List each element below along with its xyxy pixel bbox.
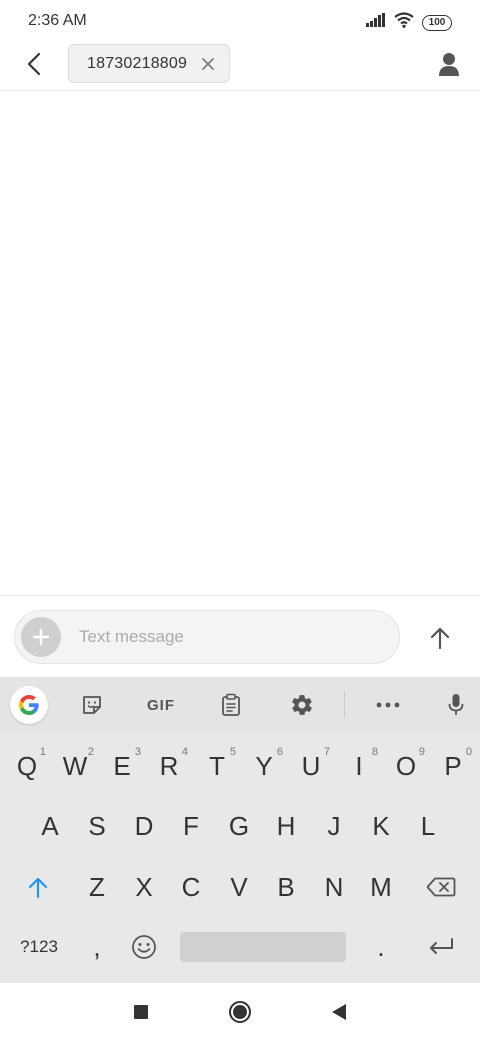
key-n[interactable]: N bbox=[311, 861, 357, 913]
triangle-back-icon bbox=[332, 1004, 346, 1020]
clipboard-button[interactable] bbox=[213, 687, 249, 723]
compose-bar bbox=[0, 595, 480, 677]
key-q[interactable]: Q1 bbox=[4, 740, 50, 792]
send-button[interactable] bbox=[424, 622, 456, 654]
status-time: 2:36 AM bbox=[28, 12, 87, 29]
plus-icon bbox=[32, 628, 50, 646]
key-y[interactable]: Y6 bbox=[241, 740, 287, 792]
person-icon bbox=[439, 53, 459, 76]
sticker-button[interactable] bbox=[74, 687, 110, 723]
contact-button[interactable] bbox=[434, 48, 464, 80]
enter-icon bbox=[430, 938, 453, 954]
key-m[interactable]: M bbox=[358, 861, 404, 913]
keyboard-toolbar: GIF bbox=[0, 677, 480, 732]
conversation-header: 18730218809 bbox=[0, 44, 480, 91]
keyboard: GIF Q 1 W 2 E 3 R 4 T 5 Y 6 U 7 I 8 O 9 … bbox=[0, 677, 480, 982]
add-attachment-button[interactable] bbox=[21, 617, 61, 657]
home-button[interactable] bbox=[225, 997, 255, 1027]
key-w[interactable]: W2 bbox=[52, 740, 98, 792]
gear-icon bbox=[292, 695, 312, 715]
key-o[interactable]: O9 bbox=[383, 740, 429, 792]
key-k[interactable]: K bbox=[358, 800, 404, 852]
chevron-left-icon bbox=[27, 52, 41, 76]
message-list bbox=[0, 92, 480, 595]
key-p[interactable]: P0 bbox=[430, 740, 476, 792]
shift-icon bbox=[28, 877, 48, 898]
key-t[interactable]: T5 bbox=[194, 740, 240, 792]
space-key[interactable] bbox=[180, 932, 346, 962]
backspace-key[interactable] bbox=[418, 861, 464, 913]
comma-key[interactable]: , bbox=[74, 921, 120, 973]
toolbar-divider bbox=[344, 692, 345, 718]
period-key[interactable]: . bbox=[358, 921, 404, 973]
navigation-bar bbox=[0, 982, 480, 1040]
key-s[interactable]: S bbox=[74, 800, 120, 852]
key-x[interactable]: X bbox=[121, 861, 167, 913]
close-icon[interactable] bbox=[199, 55, 217, 73]
sticker-icon bbox=[83, 696, 101, 714]
arrow-up-icon bbox=[430, 627, 450, 649]
key-l[interactable]: L bbox=[405, 800, 451, 852]
key-c[interactable]: C bbox=[168, 861, 214, 913]
status-icons: 100 bbox=[366, 12, 452, 33]
emoji-icon bbox=[132, 935, 156, 959]
battery-icon: 100 bbox=[422, 14, 452, 31]
key-i[interactable]: I8 bbox=[336, 740, 382, 792]
square-icon bbox=[134, 1005, 148, 1019]
shift-key[interactable] bbox=[15, 861, 61, 913]
key-a[interactable]: A bbox=[27, 800, 73, 852]
status-bar: 2:36 AM 100 bbox=[0, 0, 480, 44]
google-button[interactable] bbox=[10, 686, 48, 724]
key-j[interactable]: J bbox=[311, 800, 357, 852]
key-z[interactable]: Z bbox=[74, 861, 120, 913]
settings-button[interactable] bbox=[284, 687, 320, 723]
key-u[interactable]: U7 bbox=[288, 740, 334, 792]
key-r[interactable]: R4 bbox=[146, 740, 192, 792]
wifi-icon bbox=[394, 12, 414, 33]
key-e[interactable]: E3 bbox=[99, 740, 145, 792]
enter-key[interactable] bbox=[418, 921, 464, 973]
recipient-chip[interactable]: 18730218809 bbox=[68, 44, 230, 83]
backspace-icon bbox=[426, 877, 456, 897]
message-input[interactable] bbox=[79, 611, 389, 663]
back-button[interactable] bbox=[20, 48, 48, 80]
key-g[interactable]: G bbox=[216, 800, 262, 852]
recipient-number: 18730218809 bbox=[87, 54, 188, 72]
gif-label: GIF bbox=[147, 696, 175, 714]
clipboard-icon bbox=[222, 693, 240, 716]
signal-icon bbox=[366, 13, 386, 32]
gif-button[interactable]: GIF bbox=[142, 687, 180, 723]
recents-button[interactable] bbox=[126, 997, 156, 1027]
emoji-key[interactable] bbox=[121, 921, 167, 973]
more-button[interactable] bbox=[370, 687, 406, 723]
nav-back-button[interactable] bbox=[324, 997, 354, 1027]
mic-icon bbox=[448, 694, 464, 715]
voice-input-button[interactable] bbox=[438, 687, 474, 723]
symbols-key[interactable]: ?123 bbox=[14, 921, 64, 973]
google-icon bbox=[19, 695, 39, 715]
key-f[interactable]: F bbox=[168, 800, 214, 852]
more-horizontal-icon bbox=[376, 702, 400, 708]
key-d[interactable]: D bbox=[121, 800, 167, 852]
key-b[interactable]: B bbox=[263, 861, 309, 913]
key-v[interactable]: V bbox=[216, 861, 262, 913]
circle-icon bbox=[229, 1001, 251, 1023]
compose-box bbox=[14, 610, 400, 664]
key-h[interactable]: H bbox=[263, 800, 309, 852]
